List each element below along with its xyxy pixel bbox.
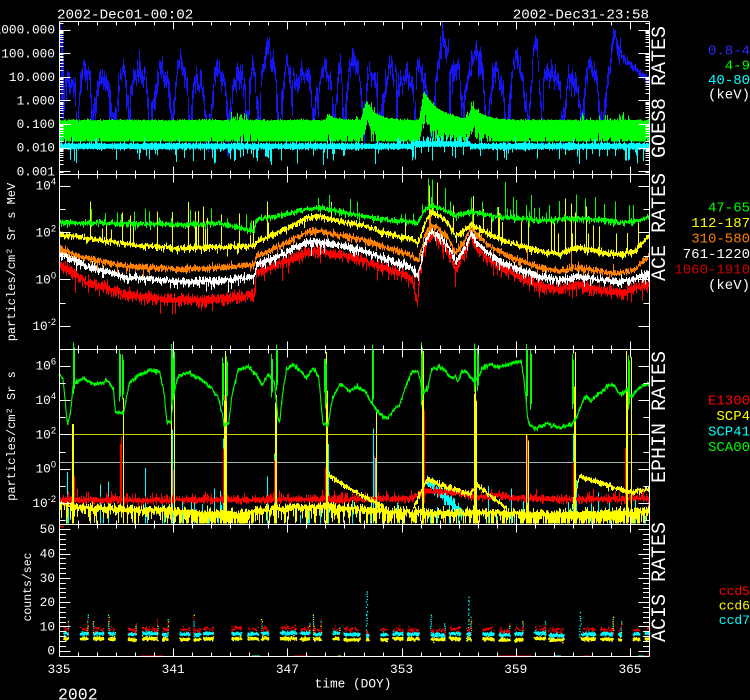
- svg-text:335: 335: [47, 662, 70, 677]
- svg-text:ACIS RATES: ACIS RATES: [649, 522, 672, 642]
- svg-text:ccd6: ccd6: [719, 599, 750, 614]
- svg-text:112-187: 112-187: [691, 216, 750, 232]
- svg-text:2002-Dec01-00:02: 2002-Dec01-00:02: [57, 8, 193, 24]
- svg-text:SCP41: SCP41: [708, 425, 750, 441]
- svg-text:ccd5: ccd5: [719, 584, 750, 599]
- svg-text:time (DOY): time (DOY): [315, 677, 392, 692]
- svg-text:particles/cm² Sr s: particles/cm² Sr s: [5, 371, 19, 501]
- svg-text:0.010: 0.010: [17, 141, 55, 156]
- svg-text:1060-1910: 1060-1910: [674, 263, 750, 279]
- svg-text:ccd7: ccd7: [719, 613, 750, 628]
- svg-text:365: 365: [618, 662, 641, 677]
- svg-text:2002-Dec31-23:58: 2002-Dec31-23:58: [513, 8, 649, 24]
- svg-text:310-580: 310-580: [691, 232, 750, 248]
- svg-text:353: 353: [390, 662, 413, 677]
- svg-text:2002: 2002: [58, 686, 98, 700]
- svg-text:GOES8 RATES: GOES8 RATES: [649, 26, 672, 158]
- svg-text:SCP4: SCP4: [716, 409, 750, 425]
- svg-text:0.100: 0.100: [17, 117, 55, 132]
- svg-text:EPHIN RATES: EPHIN RATES: [649, 351, 672, 483]
- svg-text:341: 341: [162, 662, 185, 677]
- svg-text:E1300: E1300: [708, 394, 750, 410]
- svg-text:particles/cm² Sr s MeV: particles/cm² Sr s MeV: [5, 182, 19, 341]
- svg-text:10.000: 10.000: [9, 70, 55, 85]
- svg-text:0: 0: [47, 644, 55, 659]
- svg-text:10: 10: [40, 619, 55, 634]
- svg-text:359: 359: [504, 662, 527, 677]
- svg-text:100.000: 100.000: [1, 46, 55, 61]
- svg-text:ACE RATES: ACE RATES: [649, 173, 672, 281]
- svg-text:47-65: 47-65: [708, 201, 750, 217]
- svg-text:0.8-4: 0.8-4: [708, 44, 750, 60]
- svg-text:1.000: 1.000: [17, 94, 55, 109]
- svg-text:counts/sec: counts/sec: [22, 552, 35, 621]
- svg-text:30: 30: [40, 571, 55, 586]
- svg-text:347: 347: [276, 662, 299, 677]
- svg-text:40: 40: [40, 547, 55, 562]
- svg-text:50: 50: [40, 522, 55, 537]
- svg-text:SCA00: SCA00: [708, 440, 750, 456]
- svg-text:0.001: 0.001: [17, 164, 56, 179]
- svg-text:(keV): (keV): [708, 278, 750, 294]
- svg-text:761-1220: 761-1220: [683, 247, 750, 263]
- svg-text:20: 20: [40, 595, 55, 610]
- svg-text:(keV): (keV): [708, 88, 750, 104]
- svg-text:1000.000: 1000.000: [0, 23, 55, 38]
